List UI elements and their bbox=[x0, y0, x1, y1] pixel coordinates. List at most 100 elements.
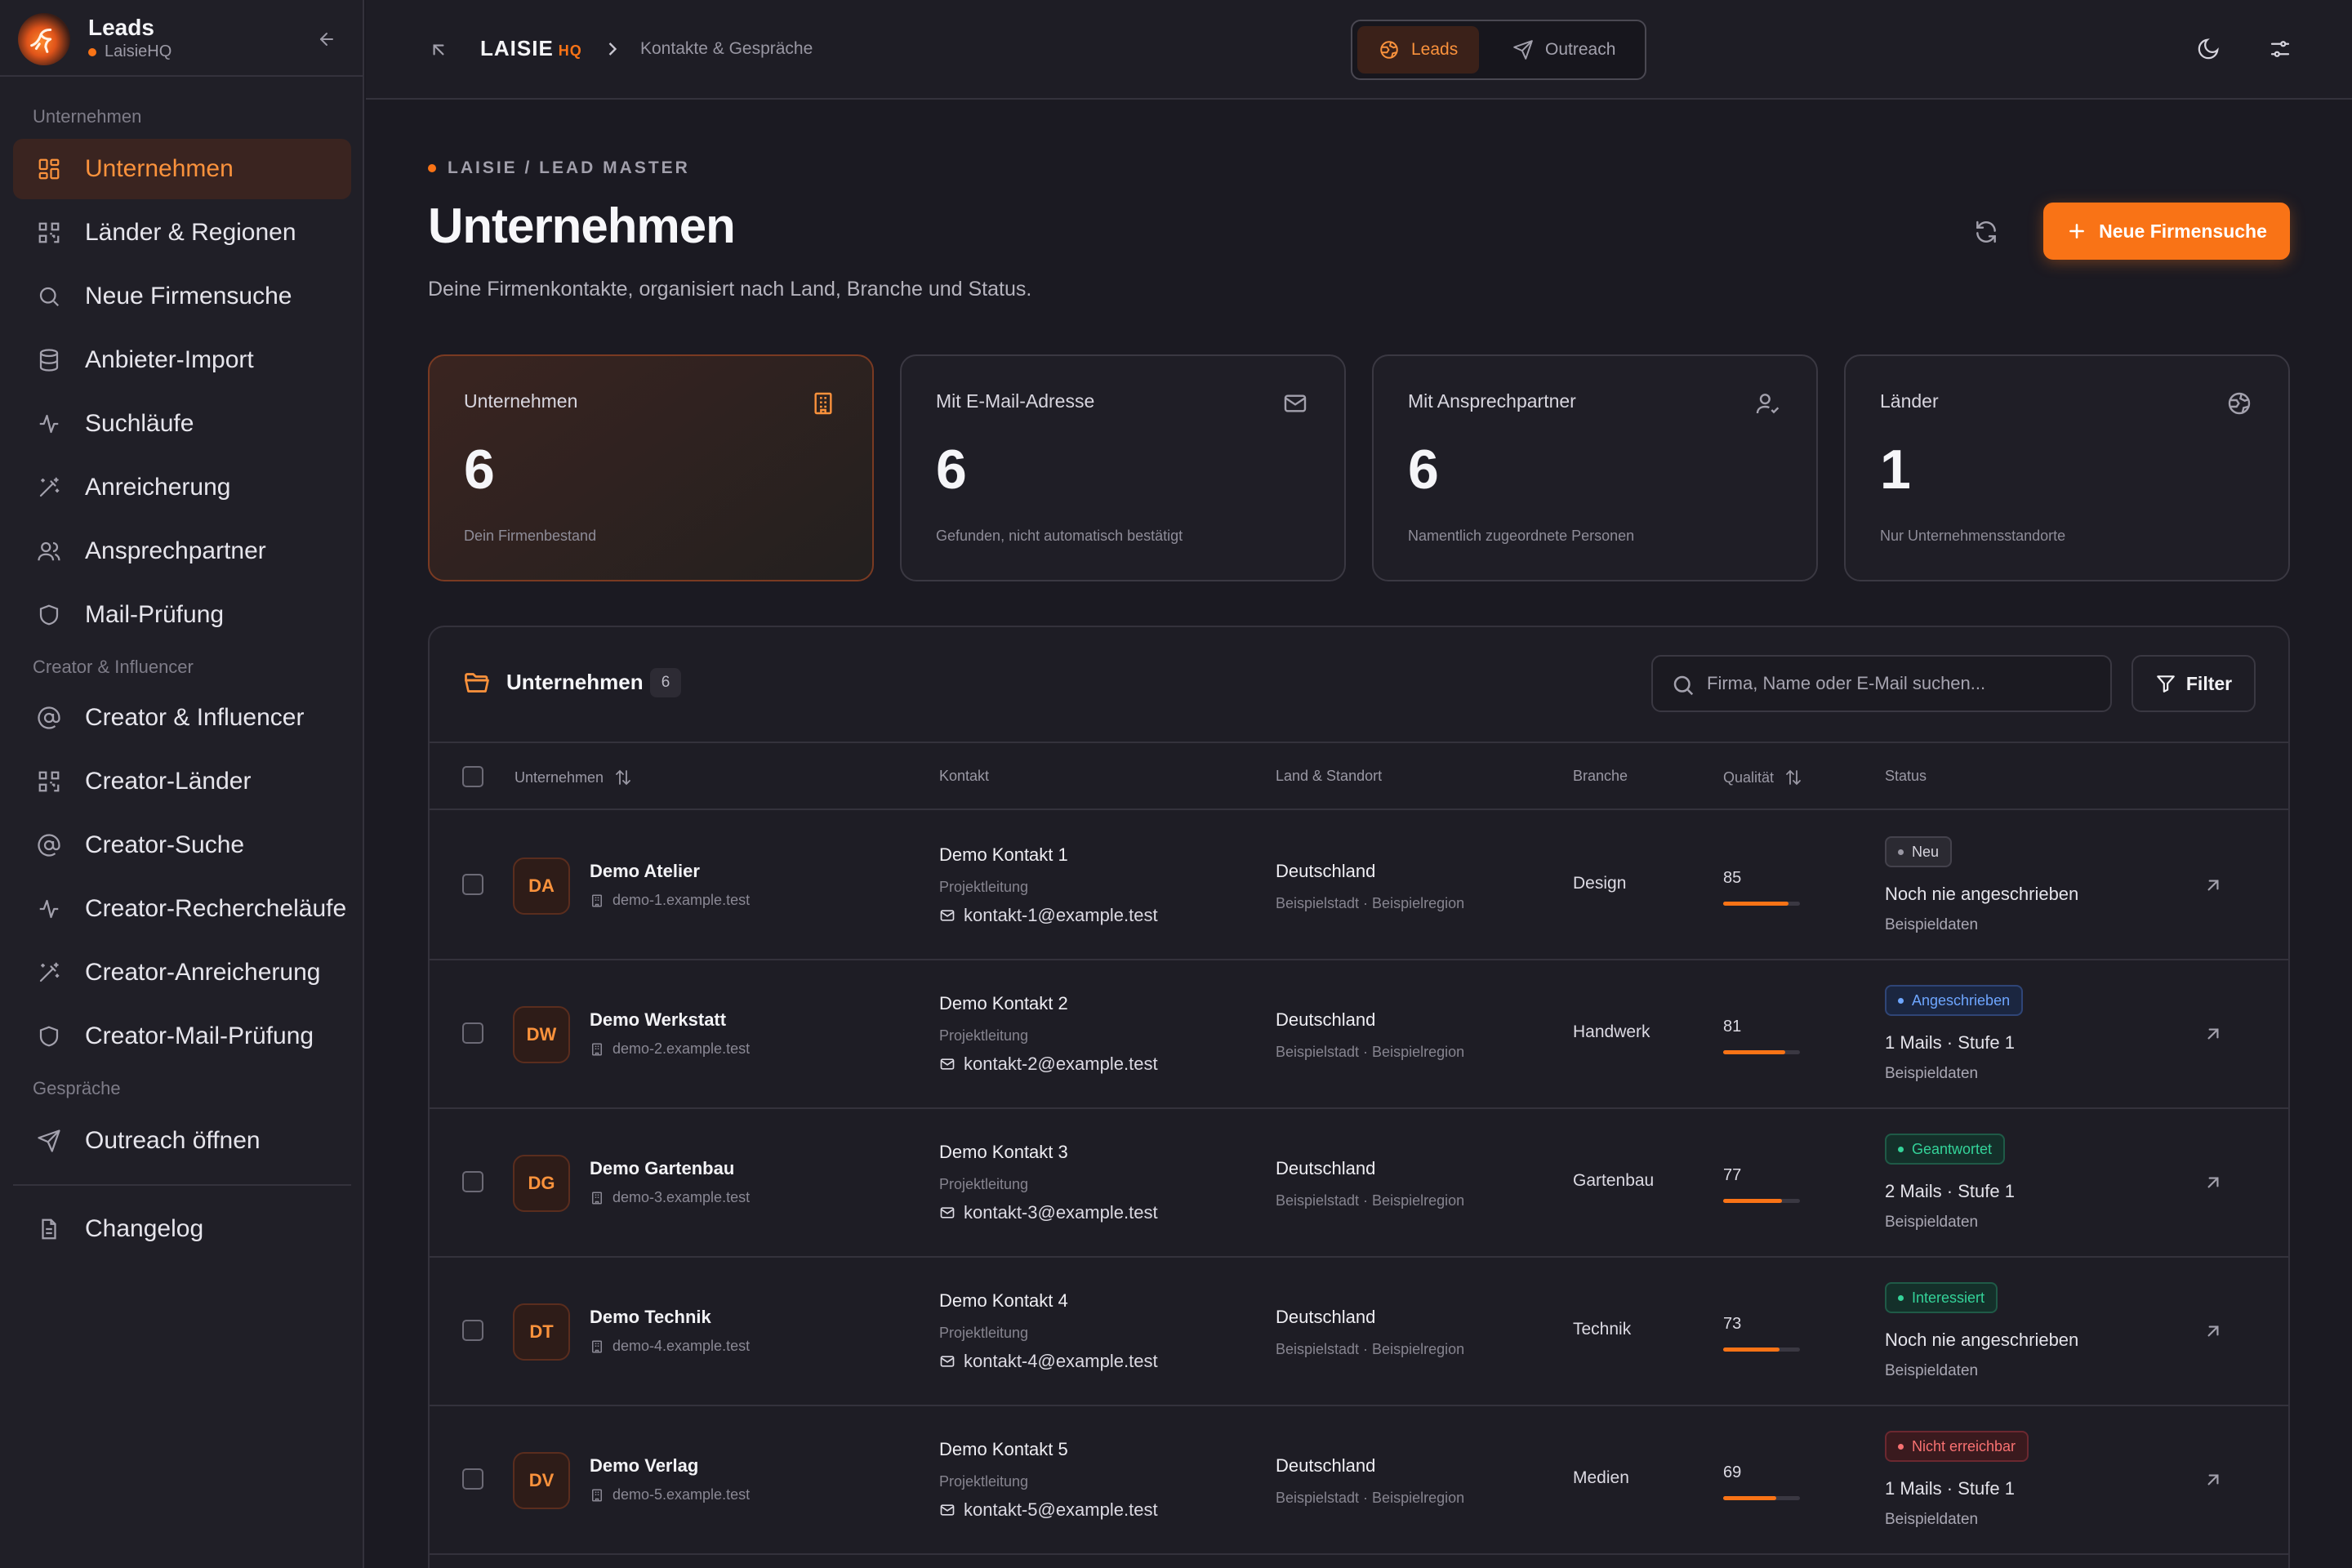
sidebar-item-laender-regionen[interactable]: Länder & Regionen bbox=[13, 203, 351, 263]
select-all-checkbox[interactable] bbox=[462, 766, 483, 787]
table-row[interactable]: DG Demo Gartenbau demo-3.example.test De… bbox=[430, 1109, 2288, 1258]
column-header-unternehmen[interactable]: Unternehmen bbox=[514, 768, 633, 787]
table-row[interactable]: DW Demo Werkstatt demo-2.example.test De… bbox=[430, 960, 2288, 1109]
table-header: Unternehmen Kontakt Land & Standort Bran… bbox=[430, 742, 2288, 810]
sidebar-item-creator-influencer[interactable]: Creator & Influencer bbox=[13, 688, 351, 748]
back-button[interactable] bbox=[425, 36, 452, 64]
sidebar-item-neue-firmensuche[interactable]: Neue Firmensuche bbox=[13, 266, 351, 327]
tab-leads[interactable]: Leads bbox=[1357, 26, 1480, 74]
row-checkbox[interactable] bbox=[462, 1320, 483, 1341]
contact-email[interactable]: kontakt-5@example.test bbox=[939, 1499, 1158, 1521]
company-name[interactable]: Demo Atelier bbox=[590, 861, 700, 882]
column-header-kontakt[interactable]: Kontakt bbox=[939, 768, 989, 785]
row-checkbox[interactable] bbox=[462, 1171, 483, 1192]
sidebar-item-creator-mail-pruefung[interactable]: Creator-Mail-Prüfung bbox=[13, 1006, 351, 1067]
quality-score: 73 bbox=[1723, 1315, 1742, 1333]
contact-email[interactable]: kontakt-4@example.test bbox=[939, 1351, 1158, 1372]
column-header-branche[interactable]: Branche bbox=[1573, 768, 1628, 785]
sidebar-item-mail-pruefung[interactable]: Mail-Prüfung bbox=[13, 585, 351, 645]
filter-button[interactable]: Filter bbox=[2132, 655, 2256, 712]
theme-toggle-button[interactable] bbox=[2192, 33, 2225, 65]
row-checkbox[interactable] bbox=[462, 874, 483, 895]
company-domain[interactable]: demo-3.example.test bbox=[590, 1189, 750, 1206]
table-row[interactable]: DT Demo Technik demo-4.example.test Demo… bbox=[430, 1258, 2288, 1406]
table-search[interactable] bbox=[1651, 655, 2112, 712]
building-icon bbox=[592, 894, 602, 906]
sort-icon bbox=[1786, 769, 1801, 786]
company-name[interactable]: Demo Werkstatt bbox=[590, 1009, 726, 1031]
status-note: Beispieldaten bbox=[1885, 1362, 1979, 1379]
company-domain[interactable]: demo-5.example.test bbox=[590, 1486, 750, 1503]
sidebar-item-anbieter-import[interactable]: Anbieter-Import bbox=[13, 330, 351, 390]
location: Beispielstadt · Beispielregion bbox=[1276, 895, 1465, 911]
sidebar-item-changelog[interactable]: Changelog bbox=[13, 1199, 351, 1259]
stat-card-unternehmen[interactable]: Unternehmen 6 Dein Firmenbestand bbox=[428, 354, 874, 581]
quality-bar bbox=[1723, 1496, 1800, 1500]
contact-email[interactable]: kontakt-3@example.test bbox=[939, 1202, 1158, 1223]
company-domain[interactable]: demo-2.example.test bbox=[590, 1040, 750, 1058]
stat-card-mit-email[interactable]: Mit E-Mail-Adresse 6 Gefunden, nicht aut… bbox=[900, 354, 1346, 581]
mail-icon bbox=[1279, 387, 1312, 420]
stat-card-mit-ansprechpartner[interactable]: Mit Ansprechpartner 6 Namentlich zugeord… bbox=[1372, 354, 1818, 581]
sidebar-item-creator-anreicherung[interactable]: Creator-Anreicherung bbox=[13, 942, 351, 1003]
tab-label: Leads bbox=[1411, 40, 1459, 59]
stat-value: 1 bbox=[1880, 439, 1911, 501]
domain-text: demo-1.example.test bbox=[612, 892, 751, 908]
sidebar-item-unternehmen[interactable]: Unternehmen bbox=[13, 139, 351, 199]
company-name[interactable]: Demo Gartenbau bbox=[590, 1158, 734, 1179]
search-icon bbox=[34, 282, 64, 311]
table-row[interactable]: DV Demo Verlag demo-5.example.test Demo … bbox=[430, 1406, 2288, 1555]
open-row-button[interactable] bbox=[2200, 1467, 2226, 1493]
email-text: kontakt-2@example.test bbox=[964, 1054, 1158, 1074]
country: Deutschland bbox=[1276, 1009, 1376, 1030]
table-row[interactable]: DA Demo Atelier demo-1.example.test Demo… bbox=[430, 812, 2288, 960]
sidebar-item-anreicherung[interactable]: Anreicherung bbox=[13, 457, 351, 518]
collapse-sidebar-button[interactable] bbox=[314, 26, 340, 52]
stat-subtitle: Dein Firmenbestand bbox=[464, 528, 597, 544]
column-header-status[interactable]: Status bbox=[1885, 768, 1927, 785]
brand-logo[interactable]: LAISIE HQ bbox=[480, 36, 582, 61]
search-input[interactable] bbox=[1707, 657, 2099, 710]
tab-outreach[interactable]: Outreach bbox=[1491, 26, 1637, 74]
company-name[interactable]: Demo Technik bbox=[590, 1307, 711, 1328]
stat-title: Mit Ansprechpartner bbox=[1408, 390, 1576, 412]
new-company-search-button[interactable]: Neue Firmensuche bbox=[2043, 203, 2290, 260]
status-badge-label: Neu bbox=[1912, 843, 1940, 860]
sidebar-item-creator-laender[interactable]: Creator-Länder bbox=[13, 751, 351, 812]
status-badge: Geantwortet bbox=[1885, 1134, 2006, 1165]
breadcrumb[interactable]: Kontakte & Gespräche bbox=[640, 39, 813, 59]
sidebar-item-ansprechpartner[interactable]: Ansprechpartner bbox=[13, 521, 351, 581]
contact-role: Projektleitung bbox=[939, 1176, 1029, 1192]
status-dot bbox=[1898, 849, 1904, 855]
open-row-button[interactable] bbox=[2200, 1169, 2226, 1196]
contact-email[interactable]: kontakt-1@example.test bbox=[939, 905, 1158, 926]
folder-icon bbox=[462, 668, 492, 697]
contact-email[interactable]: kontakt-2@example.test bbox=[939, 1054, 1158, 1075]
refresh-button[interactable] bbox=[1968, 214, 2004, 250]
company-domain[interactable]: demo-4.example.test bbox=[590, 1338, 750, 1355]
stat-card-laender[interactable]: Länder 1 Nur Unternehmensstandorte bbox=[1844, 354, 2290, 581]
open-row-button[interactable] bbox=[2200, 1318, 2226, 1344]
mail-icon bbox=[940, 1504, 955, 1516]
settings-button[interactable] bbox=[2264, 33, 2296, 65]
sidebar-item-creator-suche[interactable]: Creator-Suche bbox=[13, 815, 351, 875]
sidebar-item-label: Anreicherung bbox=[85, 474, 231, 501]
sidebar-item-label: Creator-Suche bbox=[85, 831, 245, 858]
country: Deutschland bbox=[1276, 861, 1376, 881]
company-domain[interactable]: demo-1.example.test bbox=[590, 892, 750, 909]
page-title: Unternehmen bbox=[428, 198, 736, 253]
row-checkbox[interactable] bbox=[462, 1468, 483, 1490]
column-header-land[interactable]: Land & Standort bbox=[1276, 768, 1382, 785]
open-row-button[interactable] bbox=[2200, 872, 2226, 898]
company-name[interactable]: Demo Verlag bbox=[590, 1455, 698, 1477]
row-checkbox[interactable] bbox=[462, 1022, 483, 1044]
quality-score: 85 bbox=[1723, 869, 1742, 887]
sort-icon bbox=[616, 769, 630, 786]
sidebar-item-creator-rechercheläufe[interactable]: Creator-Rechercheläufe bbox=[13, 879, 351, 939]
column-header-qualitaet[interactable]: Qualität bbox=[1723, 768, 1803, 787]
open-row-button[interactable] bbox=[2200, 1021, 2226, 1047]
sidebar-item-suchlaeufe[interactable]: Suchläufe bbox=[13, 394, 351, 454]
sidebar-item-outreach[interactable]: Outreach öffnen bbox=[13, 1111, 351, 1171]
eyebrow-text: LAISIE / LEAD MASTER bbox=[448, 158, 690, 177]
workspace-status-dot bbox=[88, 47, 96, 56]
